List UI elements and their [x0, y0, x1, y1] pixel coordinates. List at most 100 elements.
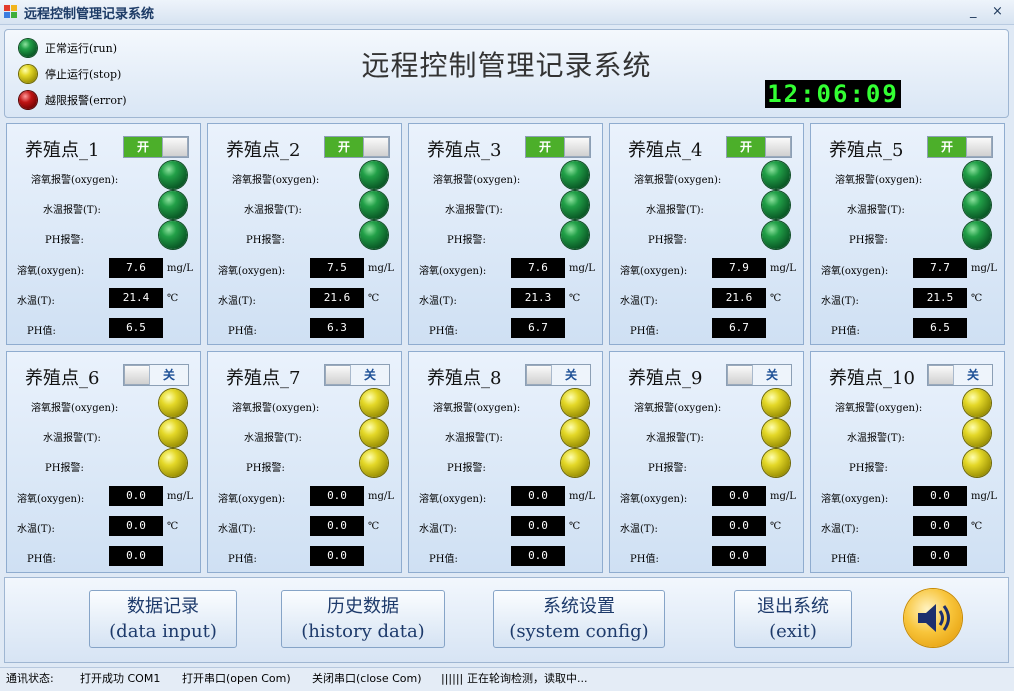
toggle-on-label: 开: [526, 137, 564, 157]
system-config-button[interactable]: 系统设置 (system config): [493, 590, 665, 648]
ph-alarm-label: PH报警:: [849, 235, 888, 246]
power-toggle[interactable]: 开: [123, 136, 189, 158]
power-toggle[interactable]: 开: [324, 136, 390, 158]
oxygen-value: 0.0: [712, 486, 766, 506]
oxygen-alarm-label: 溶氧报警(oxygen):: [31, 403, 119, 414]
station-panel: 养殖点_3 开溶氧报警(oxygen): 水温报警(T): PH报警: 溶氧(oxyge…: [408, 123, 603, 345]
temp-alarm-label: 水温报警(T):: [244, 205, 302, 216]
toggle-knob: [928, 365, 954, 385]
temp-alarm-led-icon: [360, 419, 388, 447]
oxygen-alarm-label: 溶氧报警(oxygen):: [634, 403, 722, 414]
power-toggle[interactable]: 关: [525, 364, 591, 386]
exit-button[interactable]: 退出系统 (exit): [734, 590, 852, 648]
status-label: 通讯状态:: [6, 672, 54, 685]
oxygen-value: 7.6: [109, 258, 163, 278]
temp-alarm-label: 水温报警(T):: [445, 433, 503, 444]
station-name: 养殖点_1: [25, 140, 100, 161]
station-panel: 养殖点_7 关溶氧报警(oxygen): 水温报警(T): PH报警: 溶氧(oxyge…: [207, 351, 402, 573]
station-panel: 养殖点_2 开溶氧报警(oxygen): 水温报警(T): PH报警: 溶氧(oxyge…: [207, 123, 402, 345]
toggle-off-label: 关: [953, 365, 992, 385]
temp-alarm-led-icon: [159, 419, 187, 447]
ph-alarm-label: PH报警:: [849, 463, 888, 474]
toggle-knob: [727, 365, 753, 385]
ph-alarm-led-icon: [561, 449, 589, 477]
ph-value: 0.0: [511, 546, 565, 566]
oxygen-unit: mg/L: [971, 263, 997, 274]
window-titlebar: 远程控制管理记录系统 _ ×: [0, 0, 1014, 25]
temp-alarm-label: 水温报警(T):: [847, 205, 905, 216]
oxygen-label: 溶氧(oxygen):: [17, 494, 85, 505]
data-input-button[interactable]: 数据记录 (data input): [89, 590, 237, 648]
power-toggle[interactable]: 开: [726, 136, 792, 158]
temp-label: 水温(T):: [218, 524, 256, 535]
toggle-knob: [966, 137, 992, 157]
toggle-knob: [765, 137, 791, 157]
temp-value: 0.0: [511, 516, 565, 536]
oxygen-label: 溶氧(oxygen):: [620, 494, 688, 505]
temp-alarm-label: 水温报警(T):: [847, 433, 905, 444]
toggle-on-label: 开: [727, 137, 765, 157]
ph-label: PH值:: [228, 554, 257, 565]
history-data-button[interactable]: 历史数据 (history data): [281, 590, 445, 648]
oxygen-unit: mg/L: [569, 263, 595, 274]
temp-alarm-label: 水温报警(T):: [646, 205, 704, 216]
temp-label: 水温(T):: [17, 296, 55, 307]
toggle-knob: [363, 137, 389, 157]
station-name: 养殖点_8: [427, 368, 502, 389]
ph-alarm-led-icon: [762, 221, 790, 249]
power-toggle[interactable]: 关: [726, 364, 792, 386]
oxygen-value: 0.0: [511, 486, 565, 506]
toggle-on-label: 开: [928, 137, 966, 157]
station-panel: 养殖点_8 关溶氧报警(oxygen): 水温报警(T): PH报警: 溶氧(oxyge…: [408, 351, 603, 573]
speaker-button[interactable]: [904, 589, 962, 647]
toggle-knob: [564, 137, 590, 157]
oxygen-value: 0.0: [913, 486, 967, 506]
power-toggle[interactable]: 关: [927, 364, 993, 386]
temp-unit: ℃: [770, 293, 782, 304]
station-name: 养殖点_7: [226, 368, 301, 389]
toggle-off-label: 关: [551, 365, 590, 385]
ph-alarm-label: PH报警:: [45, 463, 84, 474]
ph-label: PH值:: [27, 326, 56, 337]
window-title: 远程控制管理记录系统: [24, 7, 155, 22]
temp-value: 21.6: [310, 288, 364, 308]
oxygen-label: 溶氧(oxygen):: [419, 266, 487, 277]
oxygen-alarm-label: 溶氧报警(oxygen):: [232, 403, 320, 414]
temp-alarm-label: 水温报警(T):: [244, 433, 302, 444]
station-panel: 养殖点_10 关溶氧报警(oxygen): 水温报警(T): PH报警: 溶氧(oxyg…: [810, 351, 1005, 573]
oxygen-unit: mg/L: [569, 491, 595, 502]
oxygen-label: 溶氧(oxygen):: [218, 494, 286, 505]
power-toggle[interactable]: 关: [123, 364, 189, 386]
oxygen-label: 溶氧(oxygen):: [821, 266, 889, 277]
close-port-link[interactable]: 关闭串口(close Com): [312, 668, 422, 690]
toggle-knob: [124, 365, 150, 385]
temp-unit: ℃: [368, 293, 380, 304]
action-bar: 数据记录 (data input) 历史数据 (history data) 系统…: [4, 577, 1009, 663]
station-panel: 养殖点_4 开溶氧报警(oxygen): 水温报警(T): PH报警: 溶氧(oxyge…: [609, 123, 804, 345]
station-name: 养殖点_9: [628, 368, 703, 389]
oxygen-value: 0.0: [310, 486, 364, 506]
ph-alarm-label: PH报警:: [246, 463, 285, 474]
ph-alarm-label: PH报警:: [447, 235, 486, 246]
temp-unit: ℃: [971, 293, 983, 304]
temp-unit: ℃: [167, 293, 179, 304]
minimize-button[interactable]: _: [970, 4, 977, 19]
ph-label: PH值:: [831, 554, 860, 565]
button-label-en: (data input): [109, 621, 217, 642]
button-label-en: (exit): [769, 621, 817, 642]
toggle-on-label: 开: [124, 137, 162, 157]
button-label-cn: 历史数据: [327, 596, 399, 617]
oxygen-label: 溶氧(oxygen):: [218, 266, 286, 277]
oxygen-alarm-label: 溶氧报警(oxygen):: [835, 175, 923, 186]
ph-alarm-led-icon: [963, 221, 991, 249]
temp-value: 21.3: [511, 288, 565, 308]
close-button[interactable]: ×: [992, 4, 1003, 19]
power-toggle[interactable]: 开: [927, 136, 993, 158]
power-toggle[interactable]: 开: [525, 136, 591, 158]
oxygen-alarm-led-icon: [159, 389, 187, 417]
open-port-link[interactable]: 打开串口(open Com): [182, 668, 291, 690]
power-toggle[interactable]: 关: [324, 364, 390, 386]
station-panel: 养殖点_6 关溶氧报警(oxygen): 水温报警(T): PH报警: 溶氧(oxyge…: [6, 351, 201, 573]
ph-value: 6.7: [511, 318, 565, 338]
station-panel: 养殖点_1 开溶氧报警(oxygen): 水温报警(T): PH报警: 溶氧(oxyge…: [6, 123, 201, 345]
